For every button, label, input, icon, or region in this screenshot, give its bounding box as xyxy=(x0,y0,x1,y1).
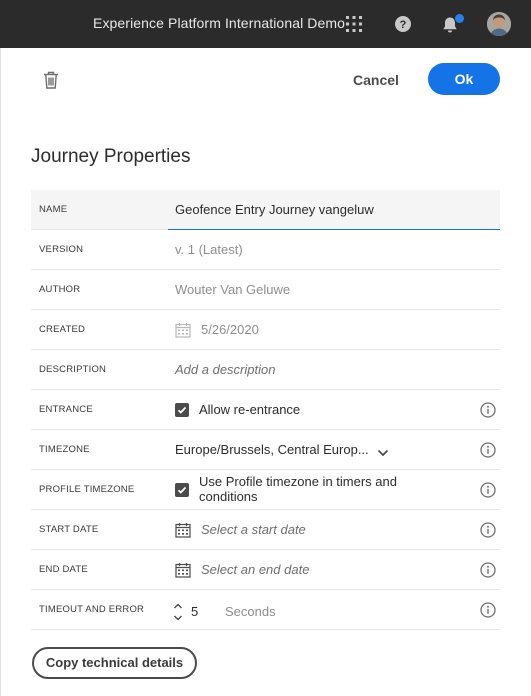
version-value: v. 1 (Latest) xyxy=(175,242,243,257)
avatar[interactable] xyxy=(487,12,511,36)
property-row-timezone: TIMEZONE Europe/Brussels, Central Europ.… xyxy=(31,430,500,470)
description-label: DESCRIPTION xyxy=(39,364,107,375)
property-row-description[interactable]: DESCRIPTION Add a description xyxy=(31,350,500,390)
timeout-value[interactable]: 5 xyxy=(191,592,198,632)
info-icon[interactable] xyxy=(480,402,496,418)
info-icon[interactable] xyxy=(480,602,496,618)
start-date-field[interactable]: Select a start date xyxy=(201,510,306,550)
ok-button[interactable]: Ok xyxy=(428,63,500,95)
property-row-author: AUTHOR Wouter Van Geluwe xyxy=(31,270,500,310)
help-icon[interactable]: ? xyxy=(395,16,411,32)
property-row-timeout: TIMEOUT AND ERROR 5 Seconds xyxy=(31,590,500,630)
svg-text:?: ? xyxy=(400,19,407,31)
end-date-label: END DATE xyxy=(39,564,88,575)
apps-icon[interactable] xyxy=(346,16,362,32)
profile-timezone-label: PROFILE TIMEZONE xyxy=(39,484,135,495)
property-row-end-date: END DATE Select an end date xyxy=(31,550,500,590)
chevron-up-icon xyxy=(174,603,182,609)
notification-badge xyxy=(454,13,465,24)
author-value: Wouter Van Geluwe xyxy=(175,282,291,297)
timeout-label: TIMEOUT AND ERROR xyxy=(39,604,145,615)
end-date-field[interactable]: Select an end date xyxy=(201,550,309,590)
version-label: VERSION xyxy=(39,244,84,255)
timeout-stepper[interactable] xyxy=(173,602,183,622)
profile-timezone-checkbox-label[interactable]: Use Profile timezone in timers and condi… xyxy=(199,474,414,504)
profile-timezone-checkbox[interactable] xyxy=(175,483,189,497)
chevron-down-icon xyxy=(174,615,182,621)
entrance-label: ENTRANCE xyxy=(39,404,93,415)
start-date-label: START DATE xyxy=(39,524,99,535)
top-bar: Experience Platform International Demo ? xyxy=(0,0,531,48)
timezone-select[interactable]: Europe/Brussels, Central Europ... xyxy=(175,430,369,470)
info-icon[interactable] xyxy=(480,482,496,498)
cancel-button[interactable]: Cancel xyxy=(346,67,406,93)
page-title: Journey Properties xyxy=(31,146,191,167)
trash-icon[interactable] xyxy=(42,70,60,90)
chevron-down-icon[interactable] xyxy=(377,445,389,457)
timezone-label: TIMEZONE xyxy=(39,444,90,455)
property-row-created: CREATED 5/26/2020 xyxy=(31,310,500,350)
org-name[interactable]: Experience Platform International Demo xyxy=(93,15,345,31)
properties-list: NAME VERSION v. 1 (Latest) AUTHOR Wouter… xyxy=(31,190,500,630)
property-row-name: NAME xyxy=(31,190,500,230)
property-row-entrance: ENTRANCE Allow re-entrance xyxy=(31,390,500,430)
author-label: AUTHOR xyxy=(39,284,81,295)
name-label: NAME xyxy=(39,204,68,215)
description-field[interactable]: Add a description xyxy=(175,350,275,390)
calendar-icon xyxy=(175,322,191,338)
name-input[interactable] xyxy=(168,190,500,230)
timeout-unit: Seconds xyxy=(225,604,276,619)
info-icon[interactable] xyxy=(480,442,496,458)
calendar-icon[interactable] xyxy=(175,522,191,538)
property-row-profile-timezone: PROFILE TIMEZONE Use Profile timezone in… xyxy=(31,470,500,510)
allow-reentrance-checkbox[interactable] xyxy=(175,403,189,417)
info-icon[interactable] xyxy=(480,562,496,578)
created-value: 5/26/2020 xyxy=(201,322,259,337)
info-icon[interactable] xyxy=(480,522,496,538)
copy-technical-details-button[interactable]: Copy technical details xyxy=(32,647,197,679)
created-label: CREATED xyxy=(39,324,86,335)
property-row-version: VERSION v. 1 (Latest) xyxy=(31,230,500,270)
notifications-button[interactable] xyxy=(441,13,465,35)
property-row-start-date: START DATE Select a start date xyxy=(31,510,500,550)
calendar-icon[interactable] xyxy=(175,562,191,578)
allow-reentrance-label[interactable]: Allow re-entrance xyxy=(199,390,300,430)
